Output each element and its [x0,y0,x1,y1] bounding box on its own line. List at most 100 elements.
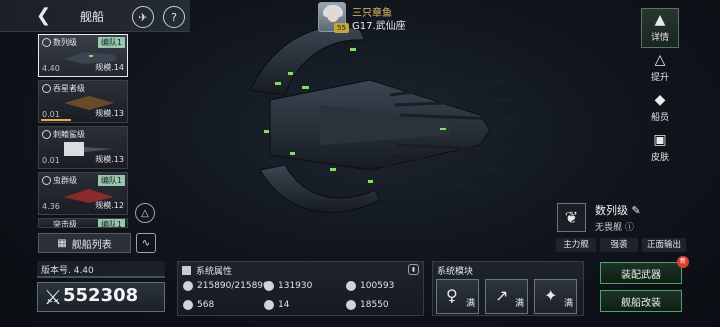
attribute-value: 215890/215890 [197,281,269,291]
ship-rating: 0.01 [42,110,60,119]
new-badge: 新 [677,256,689,268]
fleet-badge: 编队1 [97,175,125,186]
ship-card[interactable]: 刺鳍鲨级 0.01 规模.13 [38,126,128,169]
shield-icon [346,300,356,310]
ship-class-icon: ❦ [557,203,586,232]
tab-label: 皮肤 [650,153,669,163]
lock-icon [42,130,51,139]
speed-icon [183,300,193,310]
version-label: 版本号. 4.40 [41,266,94,276]
skin-icon: ▣ [653,132,667,148]
grid-icon [264,300,274,310]
module-slot[interactable]: ↗ 满 [485,279,528,314]
power-value: 552308 [63,285,139,306]
system-attributes-panel: 系统属性 ⬍ 215890/215890 131930 100593 568 1… [177,261,424,316]
ship-card[interactable]: 吞星者级 0.01 规模.13 [38,80,128,123]
tab-label: 船员 [650,113,669,123]
ship-rating: 4.40 [42,64,60,73]
attribute-grid: 14 [264,300,289,310]
role-tag: 主力舰 [556,238,596,252]
system-modules-panel: 系统模块 ♀ 满 ↗ 满 ✦ 满 [432,261,584,316]
attributes-icon [182,266,191,275]
fleet-list-button[interactable]: ▦ 舰船列表 [38,233,131,253]
crew-icon: ◆ [654,92,666,108]
back-arrow-icon[interactable]: ❮ [36,6,54,26]
page-title: 舰船 [80,10,105,24]
tab-crew[interactable]: ◆ 船员 [641,88,679,128]
satellite-icon: ✦ [544,286,558,305]
fleet-formation-icon[interactable]: △ [135,203,155,223]
ship-name: 突击级 [53,220,77,228]
details-icon: ▲ [654,12,666,28]
attribute-value: 131930 [278,281,313,291]
attribute-value: 14 [278,300,290,310]
attribute-value: 100593 [360,281,395,291]
help-icon[interactable]: ? [163,6,185,28]
ship-name: 数列级 [53,38,77,47]
ship-rating: 4.36 [42,202,60,211]
attribute-value: 568 [197,300,215,310]
ship-subtype-label: 无畏舰 [595,223,623,233]
attributes-title: 系统属性 [196,267,233,277]
info-icon[interactable]: ⓘ [625,223,634,233]
ship-weapon-icon: ♀ [446,286,458,305]
level-badge: 55 [334,23,349,33]
grid-icon: ▦ [57,237,67,249]
ship-scale: 规模.12 [95,201,124,210]
durability-icon [183,281,193,291]
attribute-value: 18550 [360,300,389,310]
tab-details[interactable]: ▲ 详情 [641,8,679,48]
assembly-icon [264,281,274,291]
ship-subtype: 无畏舰 ⓘ [595,220,634,233]
fleet-list-label: 舰船列表 [71,239,112,251]
crossed-swords-icon: ⚔ [44,285,62,309]
tab-label: 详情 [650,33,669,43]
tab-upgrade[interactable]: △ 提升 [641,48,679,88]
ship-modify-button[interactable]: 舰船改装 [600,290,682,312]
signal-icon[interactable]: ∿ [136,233,156,253]
ship-scale: 规模.14 [95,63,124,72]
modules-title: 系统模块 [437,267,474,277]
ship-name: 刺鳍鲨级 [53,130,85,139]
ship-illustration [249,26,521,213]
ship-card[interactable]: 突击级 编队1 [38,218,128,228]
ship-card[interactable]: 数列级 编队1 4.40 规模.14 [38,34,128,77]
lock-icon [42,84,51,93]
missile-icon: ↗ [495,286,509,305]
module-slot[interactable]: ✦ 满 [534,279,577,314]
ship-card[interactable]: 虫群级 编队1 4.36 规模.12 [38,172,128,215]
player-guild: G17.武仙座 [352,21,406,32]
ship-name: 吞星者级 [53,84,85,93]
ship-name: 虫群级 [53,176,77,185]
attribute-armor: 100593 [346,281,394,291]
attribute-durability: 215890/215890 [183,281,269,291]
ship-scale: 规模.13 [95,155,124,164]
ship-class-name: 数列级 ✎ [595,202,641,218]
ship-scale: 规模.13 [95,109,124,118]
tab-label: 提升 [650,73,669,83]
lock-icon [42,176,51,185]
fleet-badge: 编队1 [97,219,125,227]
tab-skin[interactable]: ▣ 皮肤 [641,128,679,168]
rocket-icon[interactable]: ✈ [132,6,154,28]
upgrade-icon: △ [654,52,666,68]
edit-icon[interactable]: ✎ [632,204,641,217]
attribute-shield: 18550 [346,300,389,310]
module-slot[interactable]: ♀ 满 [436,279,479,314]
role-tag: 强袭 [600,238,638,252]
module-status: 满 [563,299,573,309]
equip-weapons-button[interactable]: 装配武器 [600,262,682,284]
lock-icon [42,38,51,47]
attribute-speed: 568 [183,300,214,310]
module-status: 满 [514,299,524,309]
power-box: ⚔ 552308 [37,282,165,312]
module-status: 满 [465,299,475,309]
role-tag: 正面输出 [642,238,686,252]
ship-rating: 0.01 [42,156,60,165]
armor-icon [346,281,356,291]
version-box: 版本号. 4.40 [37,261,165,278]
sort-icon[interactable]: ⬍ [408,264,419,275]
ship-class-label: 数列级 [595,204,628,217]
attribute-assembly: 131930 [264,281,312,291]
rating-bar [41,119,71,121]
